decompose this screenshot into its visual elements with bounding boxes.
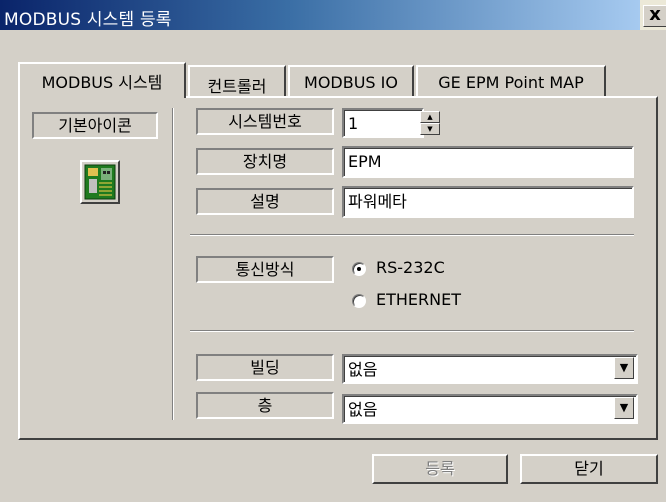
comm-method-label: 통신방식 [196,256,334,283]
description-value: 파워메타 [348,192,407,211]
tab-ge-epm-point-map[interactable]: GE EPM Point MAP [416,65,606,97]
building-value: 없음 [348,360,378,379]
tab-controller[interactable]: 컨트롤러 [188,65,286,97]
description-input[interactable]: 파워메타 [342,186,634,218]
close-button[interactable]: 닫기 [520,454,658,484]
circuit-board-icon [84,164,116,200]
tab-label: MODBUS IO [304,73,398,92]
system-number-value: 1 [348,114,359,133]
radio-rs232c[interactable] [352,262,366,276]
tab-modbus-system[interactable]: MODBUS 시스템 [18,62,186,98]
register-button[interactable]: 등록 [372,454,508,484]
building-select[interactable]: 없음 [342,354,638,384]
chevron-down-icon[interactable]: ▼ [614,397,634,419]
device-name-label: 장치명 [196,148,334,175]
column-separator [172,108,174,420]
system-number-stepper[interactable]: ▲ ▼ [420,111,440,135]
close-icon: x [649,4,661,25]
chevron-down-icon[interactable]: ▼ [614,357,634,379]
title-bar: MODBUS 시스템 등록 x [0,0,666,30]
spin-down-icon[interactable]: ▼ [420,123,440,135]
tab-label: 컨트롤러 [207,77,267,96]
device-name-input[interactable]: EPM [342,146,634,178]
separator-1 [190,234,634,236]
tab-label: GE EPM Point MAP [438,73,584,92]
default-icon-button[interactable] [80,160,120,204]
close-window-button[interactable]: x [643,5,666,27]
separator-2 [190,330,634,332]
radio-rs232c-label[interactable]: RS-232C [376,258,445,277]
device-name-value: EPM [348,152,382,171]
radio-ethernet[interactable] [352,294,366,308]
radio-ethernet-label[interactable]: ETHERNET [376,290,461,309]
system-number-label: 시스템번호 [196,108,334,135]
floor-value: 없음 [348,400,378,419]
floor-select[interactable]: 없음 [342,394,638,424]
floor-label: 층 [196,392,334,419]
window-title: MODBUS 시스템 등록 [4,10,172,30]
description-label: 설명 [196,188,334,215]
spin-up-icon[interactable]: ▲ [420,111,440,123]
building-label: 빌딩 [196,354,334,381]
system-number-input[interactable]: 1 [342,108,424,138]
default-icon-label: 기본아이콘 [32,112,158,139]
radio-selected-dot [357,267,361,271]
tab-modbus-io[interactable]: MODBUS IO [288,65,414,97]
tab-label: MODBUS 시스템 [41,73,163,92]
